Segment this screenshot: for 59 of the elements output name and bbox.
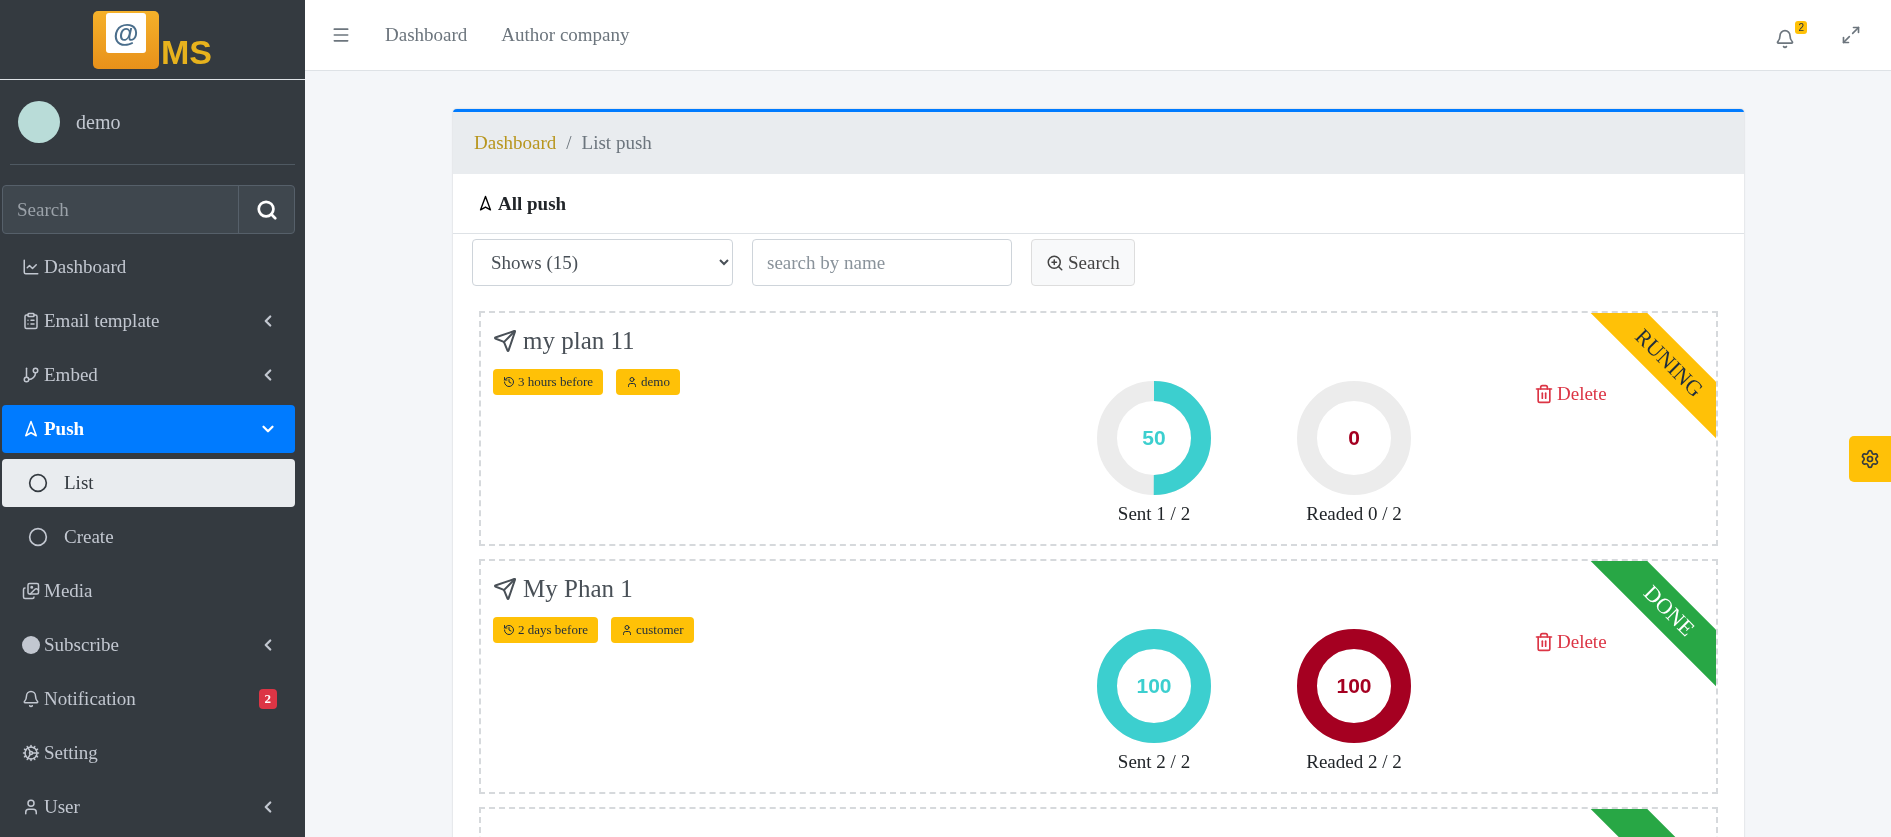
delete-link[interactable]: Delete bbox=[1534, 631, 1607, 653]
push-title[interactable]: My Phan 1 bbox=[523, 575, 633, 603]
nav-link[interactable]: Dashboard bbox=[385, 24, 468, 46]
sidebar-search-field[interactable]: Search bbox=[2, 185, 295, 234]
nav-link[interactable]: Author company bbox=[501, 24, 630, 46]
sidebar-item[interactable]: Email template bbox=[2, 297, 295, 345]
author-tag: customer bbox=[611, 617, 694, 643]
author-tag: demo bbox=[616, 369, 680, 395]
read-donut-chart: 100 bbox=[1297, 629, 1411, 743]
sidebar-item[interactable]: Push bbox=[2, 405, 295, 453]
fullscreen-icon[interactable] bbox=[1841, 25, 1861, 45]
read-caption: Readed 2 / 2 bbox=[1306, 751, 1402, 773]
trash-icon bbox=[1534, 632, 1554, 652]
submenu-item[interactable]: List bbox=[2, 459, 295, 507]
time-tag: 2 days before bbox=[493, 617, 599, 643]
time-tag: 3 hours before bbox=[493, 369, 604, 395]
user-name[interactable]: demo bbox=[76, 110, 121, 134]
user-icon bbox=[621, 624, 634, 636]
sidebar-item[interactable]: Subscribe bbox=[2, 621, 295, 669]
trash-icon bbox=[1534, 384, 1554, 404]
notification-badge: 2 bbox=[258, 689, 277, 709]
search-icon bbox=[255, 198, 278, 221]
user-icon bbox=[626, 376, 639, 388]
shows-select[interactable]: Shows (15) bbox=[472, 239, 733, 286]
sent-caption: Sent 2 / 2 bbox=[1117, 751, 1191, 773]
sent-caption: Sent 1 / 2 bbox=[1117, 503, 1191, 525]
envelope-logo: @ bbox=[93, 11, 159, 69]
read-donut-chart: 0 bbox=[1297, 381, 1411, 495]
paper-plane-icon bbox=[493, 329, 517, 353]
sidebar-item[interactable]: User bbox=[2, 783, 295, 831]
gear-icon bbox=[1860, 449, 1880, 469]
sidebar-item[interactable]: Dashboard bbox=[2, 243, 295, 291]
paper-plane-icon bbox=[493, 577, 517, 601]
notification-bell[interactable]: 2 bbox=[1775, 21, 1807, 49]
push-title[interactable]: my plan 11 bbox=[523, 327, 635, 355]
read-caption: Readed 0 / 2 bbox=[1306, 503, 1402, 525]
sent-donut-chart: 100 bbox=[1097, 629, 1211, 743]
search-field[interactable]: search by name bbox=[752, 239, 1012, 286]
sidebar-search-input[interactable]: Search bbox=[3, 186, 238, 233]
history-icon bbox=[503, 624, 515, 636]
magnifier-icon bbox=[1046, 253, 1064, 272]
logo-text: MS bbox=[161, 35, 212, 69]
search-button[interactable]: Search bbox=[1031, 239, 1135, 286]
history-icon bbox=[503, 376, 515, 388]
breadcrumb-separator: / bbox=[566, 132, 572, 154]
settings-button[interactable] bbox=[1849, 436, 1891, 482]
avatar bbox=[18, 101, 60, 143]
circle-icon bbox=[28, 473, 48, 493]
sidebar-item[interactable]: Embed bbox=[2, 351, 295, 399]
push-icon bbox=[477, 195, 494, 212]
sent-donut-chart: 50 bbox=[1097, 381, 1211, 495]
submenu-item[interactable]: Create bbox=[2, 513, 295, 561]
sidebar-item[interactable]: Setting bbox=[2, 729, 295, 777]
delete-link[interactable]: Delete bbox=[1534, 383, 1607, 405]
panel-title: All push bbox=[498, 192, 567, 215]
sidebar-item[interactable]: Media bbox=[2, 567, 295, 615]
breadcrumb-current: List push bbox=[581, 132, 652, 154]
sidebar-item[interactable]: Notification 2 bbox=[2, 675, 295, 723]
circle-icon bbox=[28, 527, 48, 547]
